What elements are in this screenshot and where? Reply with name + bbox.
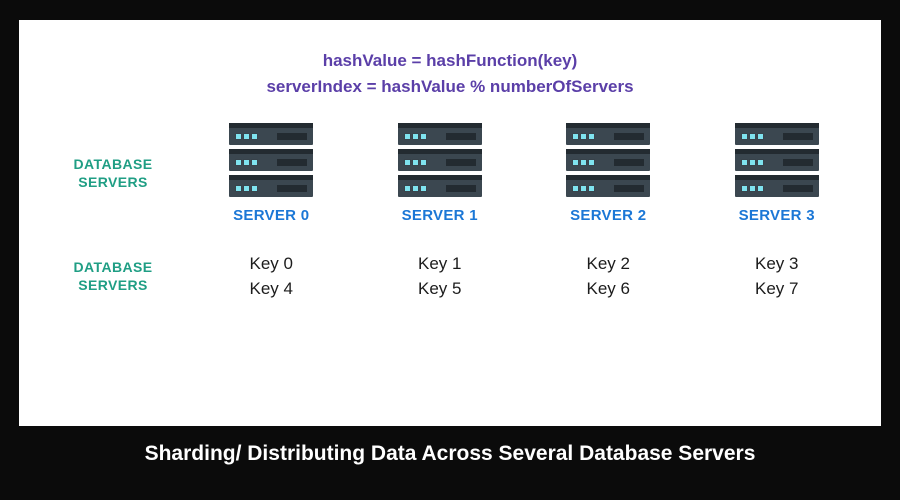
key-entry: Key 7 — [693, 277, 862, 302]
keys-row-label: DATABASE SERVERS — [39, 231, 187, 294]
formula-line-2: serverIndex = hashValue % numberOfServer… — [39, 74, 861, 100]
label-text: DATABASE SERVERS — [74, 259, 153, 293]
formula-line-1: hashValue = hashFunction(key) — [39, 48, 861, 74]
key-entry: Key 4 — [187, 277, 356, 302]
server-3: SERVER 3 — [693, 123, 862, 224]
key-entry: Key 5 — [356, 277, 525, 302]
hash-formula: hashValue = hashFunction(key) serverInde… — [39, 48, 861, 99]
server-1-keys: Key 1 Key 5 — [356, 224, 525, 301]
server-1-name: SERVER 1 — [402, 207, 478, 224]
diagram-canvas: hashValue = hashFunction(key) serverInde… — [19, 20, 881, 426]
server-rack-icon — [735, 123, 819, 197]
diagram-title: Sharding/ Distributing Data Across Sever… — [19, 426, 881, 480]
diagram-frame: hashValue = hashFunction(key) serverInde… — [9, 10, 891, 490]
key-entry: Key 0 — [187, 252, 356, 277]
server-2-keys: Key 2 Key 6 — [524, 224, 693, 301]
key-entry: Key 6 — [524, 277, 693, 302]
server-rack-icon — [398, 123, 482, 197]
server-1: SERVER 1 — [356, 123, 525, 224]
server-rack-icon — [229, 123, 313, 197]
server-0-name: SERVER 0 — [233, 207, 309, 224]
servers-row-label: DATABASE SERVERS — [39, 156, 187, 191]
server-3-name: SERVER 3 — [739, 207, 815, 224]
label-text: DATABASE SERVERS — [74, 156, 153, 190]
server-2-name: SERVER 2 — [570, 207, 646, 224]
content-grid: DATABASE SERVERS SERVER 0 SERVER 1 — [39, 123, 861, 301]
server-0-keys: Key 0 Key 4 — [187, 224, 356, 301]
server-rack-icon — [566, 123, 650, 197]
key-entry: Key 2 — [524, 252, 693, 277]
key-entry: Key 1 — [356, 252, 525, 277]
server-0: SERVER 0 — [187, 123, 356, 224]
server-2: SERVER 2 — [524, 123, 693, 224]
key-entry: Key 3 — [693, 252, 862, 277]
server-3-keys: Key 3 Key 7 — [693, 224, 862, 301]
